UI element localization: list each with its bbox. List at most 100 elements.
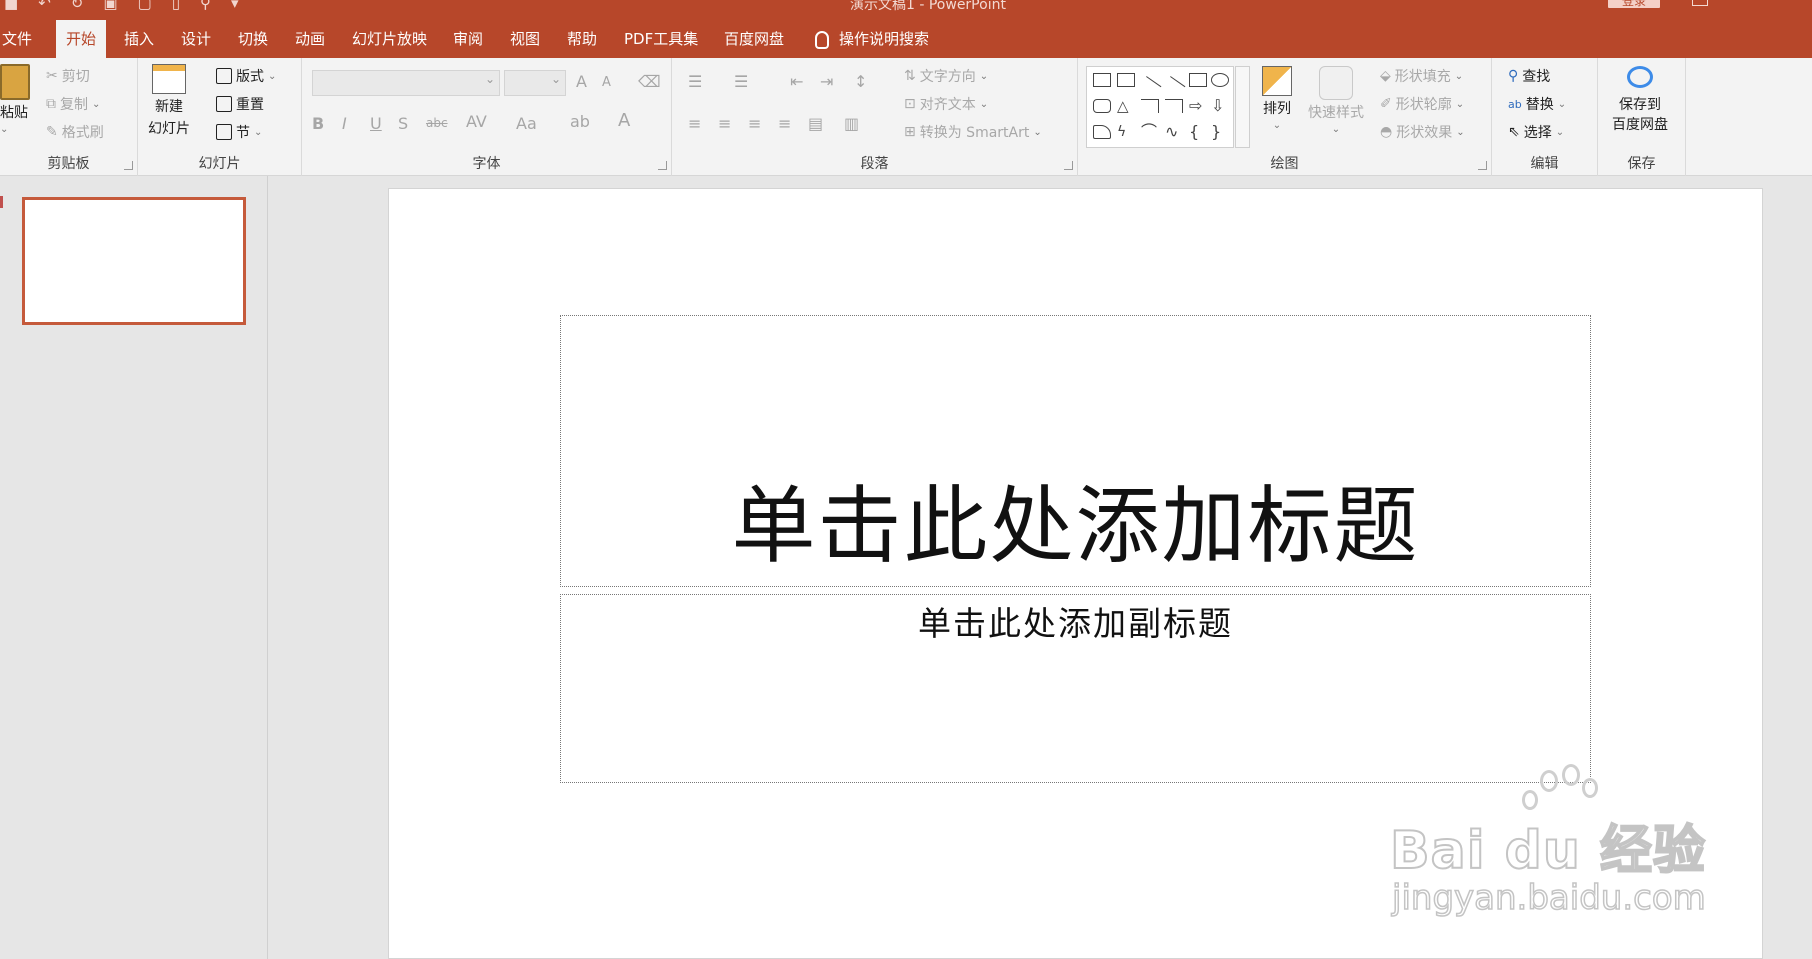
paragraph-launcher-icon[interactable] <box>1064 161 1073 170</box>
shadow-icon[interactable]: S <box>398 114 408 133</box>
distributed-icon[interactable]: ▤ <box>808 114 823 133</box>
tab-pdf-tools[interactable]: PDF工具集 <box>624 20 698 58</box>
line-spacing-icon[interactable]: ↕ <box>854 72 867 91</box>
text-box-shape-icon[interactable] <box>1093 73 1111 87</box>
ribbon-display-options-icon[interactable] <box>1692 0 1708 6</box>
tab-animations[interactable]: 动画 <box>295 20 325 58</box>
right-arrow-shape-icon[interactable]: ⇨ <box>1189 98 1207 114</box>
search-icon[interactable]: ⚲ <box>200 0 211 12</box>
justify-icon[interactable]: ≡ <box>778 114 791 133</box>
elbow-connector-shape-icon[interactable] <box>1141 99 1159 113</box>
slide-thumbnail-1[interactable] <box>22 197 246 325</box>
new-slide-button[interactable]: 新建 幻灯片 <box>148 64 190 138</box>
strikethrough-icon[interactable]: abc <box>426 116 448 130</box>
tab-insert[interactable]: 插入 <box>124 20 154 58</box>
shape-outline-button[interactable]: ✐ 形状轮廓 ⌄ <box>1380 94 1464 114</box>
bullets-icon[interactable]: ☰ <box>688 72 702 91</box>
vertical-text-box-shape-icon[interactable] <box>1117 73 1135 87</box>
tab-review[interactable]: 审阅 <box>453 20 483 58</box>
increase-indent-icon[interactable]: ⇥ <box>820 72 833 91</box>
new-icon[interactable]: ▯ <box>172 0 180 12</box>
increase-font-icon[interactable]: A <box>576 72 587 91</box>
shapes-gallery-scroll[interactable] <box>1235 66 1250 148</box>
redo-icon[interactable]: ↻ <box>71 0 84 12</box>
rounded-rectangle-shape-icon[interactable] <box>1093 99 1111 113</box>
font-name-dropdown[interactable] <box>312 70 500 96</box>
font-size-dropdown[interactable] <box>504 70 566 96</box>
arrange-button[interactable]: 排列 ⌄ <box>1262 66 1292 131</box>
triangle-shape-icon[interactable]: △ <box>1117 99 1135 114</box>
quick-styles-button[interactable]: 快速样式 ⌄ <box>1308 66 1364 135</box>
tab-help[interactable]: 帮助 <box>567 20 597 58</box>
down-arrow-shape-icon[interactable]: ⇩ <box>1211 98 1229 114</box>
font-launcher-icon[interactable] <box>658 161 667 170</box>
decrease-font-icon[interactable]: A <box>602 75 611 90</box>
change-case-icon[interactable]: Aa <box>516 114 537 133</box>
quick-styles-dropdown-icon: ⌄ <box>1331 124 1341 135</box>
tab-design[interactable]: 设计 <box>181 20 211 58</box>
arrow-line-shape-icon[interactable] <box>1162 76 1186 98</box>
format-painter-button[interactable]: ✎ 格式刷 <box>46 122 104 142</box>
line-shape-icon[interactable] <box>1138 76 1162 98</box>
title-placeholder[interactable]: 单击此处添加标题 <box>560 315 1591 587</box>
arc-shape-icon[interactable]: ⌒ <box>1141 124 1159 140</box>
align-left-icon[interactable]: ≡ <box>688 114 701 133</box>
text-direction-button[interactable]: ⇅ 文字方向 ⌄ <box>904 66 988 86</box>
italic-icon[interactable]: I <box>342 114 347 133</box>
save-icon[interactable]: ■ <box>4 0 18 12</box>
tab-transitions[interactable]: 切换 <box>238 20 268 58</box>
right-brace-shape-icon[interactable]: } <box>1211 124 1229 140</box>
columns-icon[interactable]: ▥ <box>844 114 859 133</box>
login-button[interactable]: 登录 <box>1608 0 1660 8</box>
drawing-launcher-icon[interactable] <box>1478 161 1487 170</box>
clear-formatting-icon[interactable]: ⌫ <box>638 72 661 91</box>
shape-fill-button[interactable]: ⬙ 形状填充 ⌄ <box>1380 66 1463 86</box>
print-preview-icon[interactable]: ▢ <box>138 0 152 12</box>
rectangle-shape-icon[interactable] <box>1189 73 1207 87</box>
find-button[interactable]: ⚲ 查找 <box>1508 66 1550 86</box>
shape-outline-dropdown-icon: ⌄ <box>1455 98 1465 110</box>
align-right-icon[interactable]: ≡ <box>748 114 761 133</box>
smartart-button[interactable]: ⊞ 转换为 SmartArt ⌄ <box>904 122 1042 142</box>
undo-icon[interactable]: ↶ <box>38 0 51 12</box>
align-text-button[interactable]: ⊡ 对齐文本 ⌄ <box>904 94 988 114</box>
character-spacing-icon[interactable]: AV <box>466 112 487 131</box>
shapes-gallery[interactable]: △ ⇨ ⇩ ϟ ⌒ ∿ { } <box>1086 66 1234 148</box>
tab-home[interactable]: 开始 <box>56 20 107 58</box>
cursor-icon: ⇖ <box>1508 124 1520 140</box>
tab-view[interactable]: 视图 <box>510 20 540 58</box>
subtitle-placeholder[interactable]: 单击此处添加副标题 <box>560 594 1591 783</box>
present-icon[interactable]: ▣ <box>103 0 117 12</box>
underline-icon[interactable]: U <box>370 114 382 133</box>
save-to-baidu-button[interactable]: 保存到 百度网盘 <box>1612 66 1668 134</box>
document-title: 演示文稿1 - PowerPoint <box>850 0 1006 13</box>
clipboard-launcher-icon[interactable] <box>124 161 133 170</box>
bold-icon[interactable]: B <box>312 114 324 133</box>
select-button[interactable]: ⇖ 选择 ⌄ <box>1508 122 1564 142</box>
shape-effects-button[interactable]: ◓ 形状效果 ⌄ <box>1380 122 1465 142</box>
font-color-icon[interactable]: A <box>618 110 630 131</box>
customize-qat-icon[interactable]: ▾ <box>231 0 239 12</box>
cut-button[interactable]: ✂ 剪切 <box>46 66 90 86</box>
tab-slideshow[interactable]: 幻灯片放映 <box>352 20 427 58</box>
pen-icon: ✐ <box>1380 96 1392 112</box>
freeform-shape-icon[interactable] <box>1093 125 1111 139</box>
left-brace-shape-icon[interactable]: { <box>1189 124 1207 140</box>
numbering-icon[interactable]: ☰ <box>734 72 748 91</box>
oval-shape-icon[interactable] <box>1211 73 1229 87</box>
tab-file[interactable]: 文件 <box>2 20 32 58</box>
reset-button[interactable]: 重置 <box>216 94 264 114</box>
replace-button[interactable]: ab 替换 ⌄ <box>1508 94 1566 114</box>
tell-me-search[interactable]: 操作说明搜索 <box>815 20 929 58</box>
tab-baidu-netdisk[interactable]: 百度网盘 <box>724 20 784 58</box>
paste-button[interactable]: 粘贴 ⌄ <box>0 64 30 135</box>
copy-button[interactable]: ⧉ 复制 ⌄ <box>46 94 100 114</box>
align-center-icon[interactable]: ≡ <box>718 114 731 133</box>
layout-button[interactable]: 版式 ⌄ <box>216 66 276 86</box>
highlight-icon[interactable]: ab <box>570 112 590 131</box>
elbow-arrow-connector-shape-icon[interactable] <box>1165 99 1183 113</box>
decrease-indent-icon[interactable]: ⇤ <box>790 72 803 91</box>
section-button[interactable]: 节 ⌄ <box>216 122 262 142</box>
scribble-shape-icon[interactable]: ϟ <box>1117 125 1135 139</box>
curve-shape-icon[interactable]: ∿ <box>1165 124 1183 140</box>
